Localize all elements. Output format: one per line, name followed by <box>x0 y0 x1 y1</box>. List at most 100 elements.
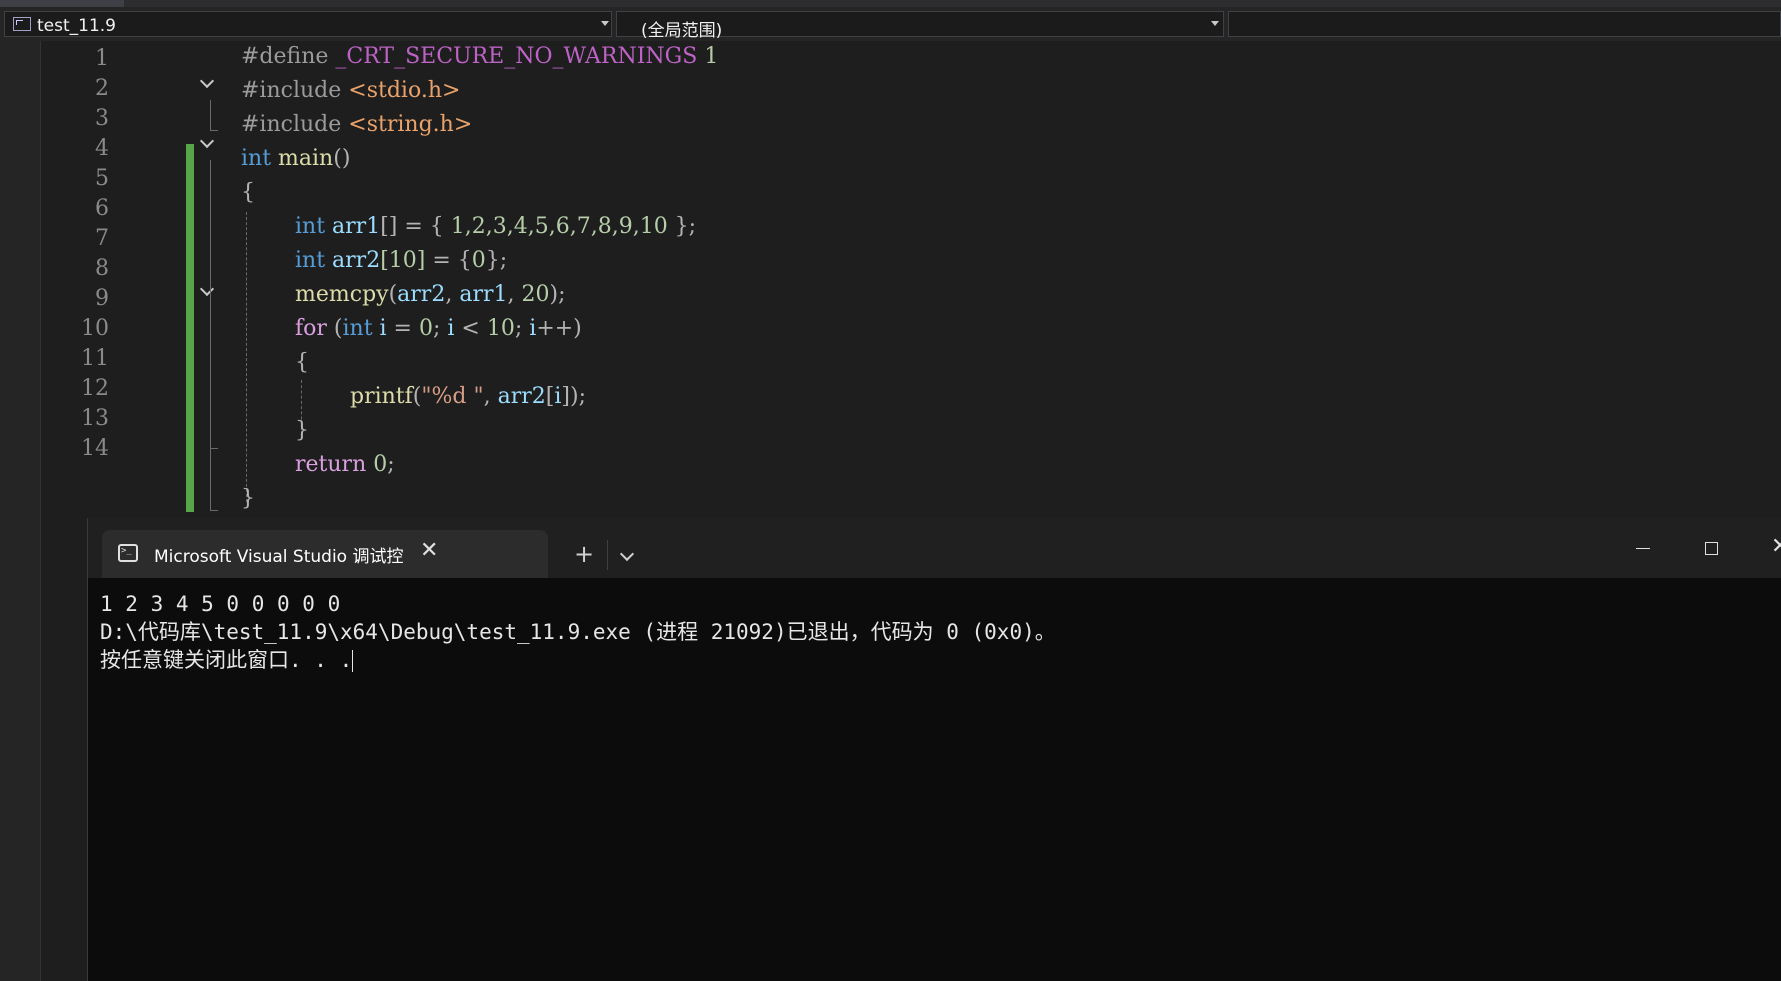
token: ; <box>514 316 530 341</box>
line-number: 5 <box>95 166 109 191</box>
token: = <box>386 316 419 341</box>
console-output[interactable]: 1 2 3 4 5 0 0 0 0 0 D:\代码库\test_11.9\x64\… <box>100 590 1056 674</box>
token: for <box>295 316 327 341</box>
token: arr2 <box>497 384 546 409</box>
token: int <box>295 214 326 239</box>
token: 0 <box>418 316 433 341</box>
code-text-line-4: int main() <box>241 146 350 171</box>
console-tab[interactable]: Microsoft Visual Studio 调试控 ✕ <box>102 530 548 578</box>
code-text-line-11: printf("%d ", arr2[i]); <box>350 384 586 409</box>
line-number: 4 <box>95 136 109 161</box>
document-tab-strip <box>0 0 1781 7</box>
minimize-icon[interactable] <box>1636 548 1650 549</box>
code-text-line-2: #include <stdio.h> <box>241 78 460 103</box>
project-name: test_11.9 <box>37 16 116 36</box>
line-number: 1 <box>95 46 109 71</box>
new-tab-icon[interactable]: + <box>574 540 594 568</box>
token: i <box>372 316 387 341</box>
token: printf <box>350 384 413 409</box>
project-dropdown[interactable]: test_11.9 <box>4 11 612 37</box>
line-number: 8 <box>95 256 109 281</box>
member-dropdown[interactable] <box>1228 11 1781 37</box>
active-document-tab[interactable] <box>0 0 124 7</box>
token: [10] <box>380 248 426 273</box>
indent-guide <box>246 212 247 502</box>
project-icon <box>13 17 31 31</box>
chevron-down-icon[interactable] <box>619 546 635 562</box>
console-title-bar[interactable]: Microsoft Visual Studio 调试控 ✕ + ✕ <box>88 518 1781 578</box>
token: { <box>241 180 255 205</box>
code-text-line-10: { <box>295 350 309 375</box>
line-number: 9 <box>95 286 109 311</box>
code-text-line-12: } <box>295 418 309 443</box>
token: "%d " <box>421 384 484 409</box>
changed-lines-indicator <box>186 144 194 512</box>
token: 1,2,3,4,5,6,7,8,9,10 <box>450 214 668 239</box>
console-output-line-with-cursor: 按任意键关闭此窗口. . . <box>100 646 1056 674</box>
token: arr1 <box>459 282 508 307</box>
code-text-line-6: int arr1[] = { 1,2,3,4,5,6,7,8,9,10 }; <box>295 214 696 239</box>
fold-chevron-icon[interactable] <box>200 136 214 150</box>
close-window-icon[interactable]: ✕ <box>1771 534 1781 559</box>
token: < <box>454 316 487 341</box>
token: ++) <box>536 316 582 341</box>
token: 20 <box>521 282 550 307</box>
line-number: 6 <box>95 196 109 221</box>
token: int <box>241 146 272 171</box>
line-number: 10 <box>81 316 109 341</box>
token: ; <box>432 316 448 341</box>
text-cursor <box>352 650 354 672</box>
token: , <box>483 384 498 409</box>
token: <stdio.h> <box>348 78 461 103</box>
scope-dropdown[interactable]: (全局范围) <box>616 11 1224 41</box>
token: () <box>333 146 351 171</box>
token: ]); <box>561 384 586 409</box>
maximize-icon[interactable] <box>1705 542 1718 555</box>
code-text-line-1: #define _CRT_SECURE_NO_WARNINGS 1 <box>241 44 718 69</box>
code-text-line-8: memcpy(arr2, arr1, 20); <box>295 282 565 307</box>
token: ( <box>326 316 343 341</box>
project-dropdown-arrow-icon[interactable] <box>601 21 609 26</box>
token: }; <box>485 248 508 273</box>
code-text-line-9: for (int i = 0; i < 10; i++) <box>295 316 582 341</box>
fold-chevron-icon[interactable] <box>200 76 214 90</box>
token: 10 <box>486 316 515 341</box>
outline-guide <box>210 308 211 448</box>
terminal-icon <box>118 544 138 562</box>
fold-chevron-icon[interactable] <box>200 284 214 298</box>
line-number: 7 <box>95 226 109 251</box>
tab-divider <box>607 540 608 570</box>
editor-left-margin <box>0 41 40 981</box>
debug-console-window[interactable]: Microsoft Visual Studio 调试控 ✕ + ✕ 1 2 3 … <box>87 518 1781 981</box>
token: , <box>445 282 460 307</box>
token: #include <box>241 78 342 103</box>
line-number: 2 <box>95 76 109 101</box>
token: main <box>278 146 334 171</box>
line-number: 13 <box>81 406 109 431</box>
token: ( <box>388 282 398 307</box>
token: ); <box>549 282 566 307</box>
console-output-line: 按任意键关闭此窗口. . . <box>100 648 353 672</box>
token: memcpy <box>295 282 389 307</box>
line-number: 11 <box>81 346 109 371</box>
line-number: 14 <box>81 436 109 461</box>
close-tab-icon[interactable]: ✕ <box>420 538 438 563</box>
token: } <box>295 418 309 443</box>
token: arr2 <box>332 248 381 273</box>
code-line: 12 <box>41 371 1781 405</box>
outline-guide <box>210 130 218 131</box>
token: } <box>241 486 255 511</box>
token: _CRT_SECURE_NO_WARNINGS <box>335 44 698 69</box>
code-text-line-14: } <box>241 486 255 511</box>
token: arr1 <box>332 214 381 239</box>
navigation-bar: test_11.9 (全局范围) <box>0 7 1781 41</box>
token: int <box>295 248 326 273</box>
token: , <box>507 282 522 307</box>
token: = { <box>425 248 472 273</box>
console-output-line: D:\代码库\test_11.9\x64\Debug\test_11.9.exe… <box>100 620 1056 644</box>
token: <string.h> <box>348 112 473 137</box>
scope-dropdown-arrow-icon[interactable] <box>1211 21 1219 26</box>
token: [] = { <box>380 214 451 239</box>
token: #define <box>241 44 329 69</box>
token: 0 <box>366 452 388 477</box>
